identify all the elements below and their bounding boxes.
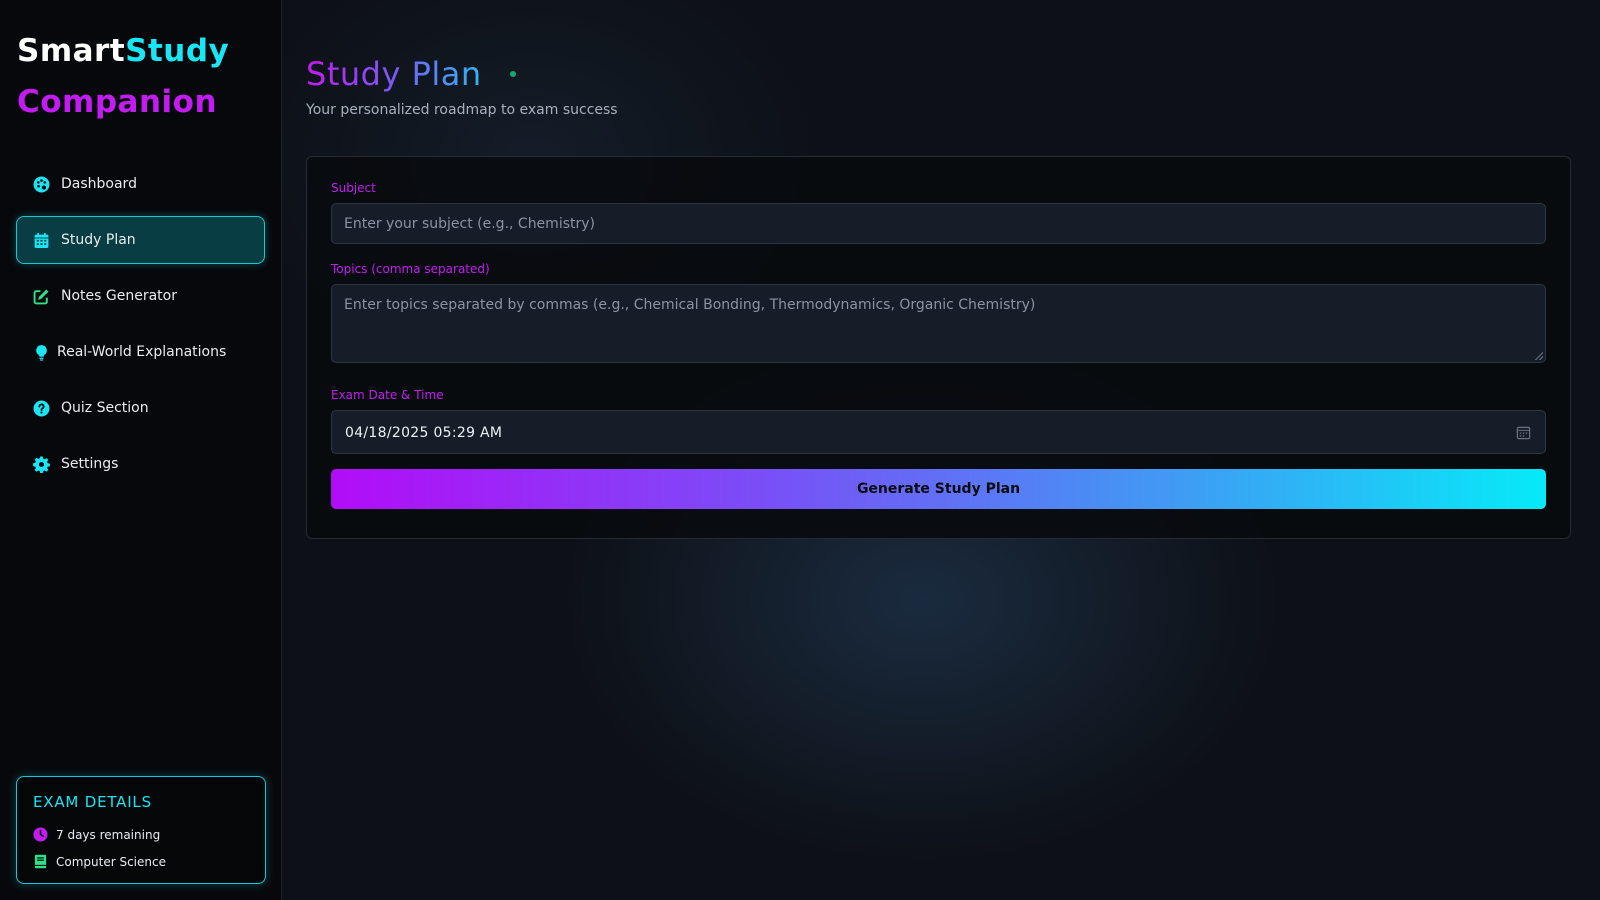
topics-label: Topics (comma separated) — [331, 262, 490, 276]
brand-part-companion: Companion — [17, 84, 218, 120]
study-plan-form: Subject Topics (comma separated) Exam Da… — [306, 156, 1571, 539]
sidebar-item-label: Settings — [61, 456, 119, 472]
exam-details-card: EXAM DETAILS 7 days remaining Computer S… — [16, 776, 266, 884]
exam-details-title: EXAM DETAILS — [33, 793, 152, 811]
brand-part-smart: Smart — [17, 33, 126, 69]
subject-label: Subject — [331, 181, 376, 195]
sidebar-item-label: Study Plan — [61, 232, 136, 248]
sidebar-item-study-plan[interactable]: Study Plan — [16, 216, 265, 264]
exam-datetime-value: 04/18/2025 05:29 AM — [345, 425, 503, 441]
generate-study-plan-button[interactable]: Generate Study Plan — [331, 469, 1546, 509]
subject-input[interactable] — [331, 203, 1546, 244]
sidebar-nav: Dashboard Study Plan Notes Generator Rea… — [16, 160, 265, 488]
palette-icon — [33, 176, 50, 193]
gear-icon — [33, 456, 50, 473]
sidebar: SmartStudy Companion Dashboard Study Pla… — [0, 0, 282, 900]
sidebar-item-label: Notes Generator — [61, 288, 177, 304]
calendar-icon — [33, 232, 50, 249]
exam-days-remaining-row: 7 days remaining — [33, 821, 249, 848]
exam-subject-row: Computer Science — [33, 848, 249, 875]
main-content: Study Plan Your personalized roadmap to … — [282, 0, 1600, 900]
brand-logo: SmartStudy Companion — [16, 26, 265, 128]
exam-date-label: Exam Date & Time — [331, 388, 444, 402]
brand-part-study: Study — [125, 33, 230, 69]
exam-days-remaining: 7 days remaining — [56, 827, 161, 842]
question-circle-icon — [33, 400, 50, 417]
sidebar-item-dashboard[interactable]: Dashboard — [16, 160, 265, 208]
topics-textarea[interactable] — [331, 284, 1546, 363]
page-title: Study Plan — [306, 52, 482, 96]
sidebar-item-real-world-explanations[interactable]: Real-World Explanations — [16, 328, 265, 376]
sidebar-item-label: Real-World Explanations — [57, 344, 227, 360]
lightbulb-icon — [33, 344, 50, 361]
sidebar-item-label: Quiz Section — [61, 400, 149, 416]
clock-icon — [33, 827, 48, 842]
sidebar-item-settings[interactable]: Settings — [16, 440, 265, 488]
edit-icon — [33, 288, 50, 305]
status-dot — [510, 71, 516, 77]
app-root: SmartStudy Companion Dashboard Study Pla… — [0, 0, 1600, 900]
page-subtitle: Your personalized roadmap to exam succes… — [306, 102, 618, 118]
calendar-picker-icon[interactable] — [1516, 425, 1531, 440]
sidebar-item-label: Dashboard — [61, 176, 137, 192]
book-icon — [33, 854, 48, 869]
topics-textarea-wrap — [331, 284, 1546, 363]
sidebar-item-notes-generator[interactable]: Notes Generator — [16, 272, 265, 320]
exam-datetime-input[interactable]: 04/18/2025 05:29 AM — [331, 410, 1546, 454]
exam-subject: Computer Science — [56, 854, 166, 869]
sidebar-item-quiz-section[interactable]: Quiz Section — [16, 384, 265, 432]
resize-handle[interactable] — [1535, 352, 1543, 360]
